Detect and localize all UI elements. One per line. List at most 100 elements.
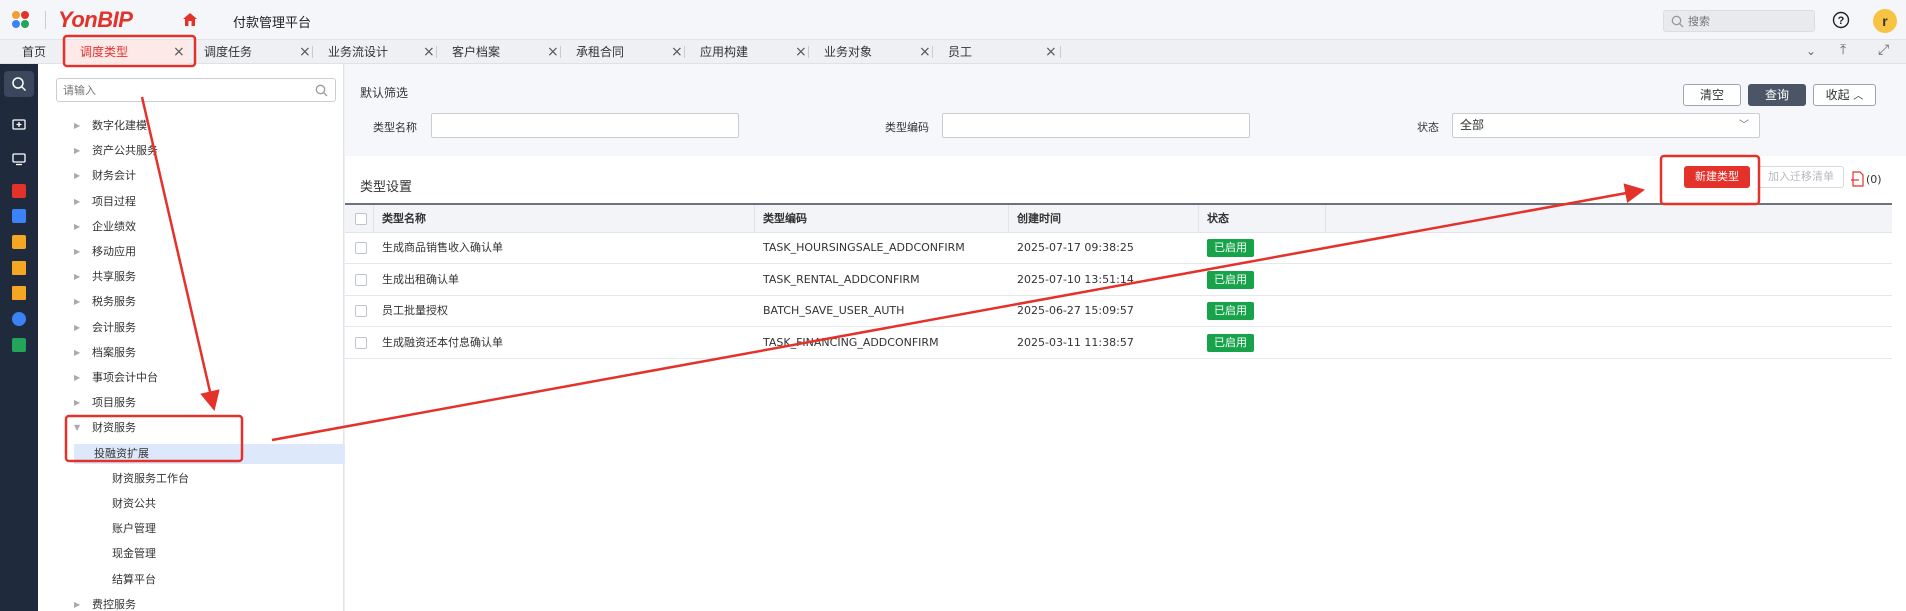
close-icon[interactable]: × — [173, 40, 185, 64]
caret-right-icon[interactable]: ▶ — [74, 166, 80, 186]
new-type-button[interactable]: 新建类型 — [1684, 166, 1750, 188]
caret-right-icon[interactable]: ▶ — [74, 116, 80, 136]
close-icon[interactable]: × — [547, 40, 559, 64]
fullscreen-icon[interactable]: ⤢ — [1878, 42, 1889, 58]
help-icon[interactable]: ? — [1832, 11, 1850, 29]
close-icon[interactable]: × — [299, 40, 311, 64]
tree-item[interactable]: ▶ 共享服务 — [74, 267, 324, 287]
green-app-icon[interactable] — [12, 338, 26, 352]
global-search-input[interactable] — [1688, 13, 1808, 29]
rail-search-button[interactable] — [4, 71, 34, 97]
export-icon[interactable] — [1850, 170, 1866, 188]
caret-down-icon[interactable]: ▼ — [74, 418, 80, 438]
clear-button[interactable]: 清空 — [1683, 84, 1741, 106]
caret-right-icon[interactable]: ▶ — [74, 368, 80, 388]
tree-item-label: 费控服务 — [92, 597, 136, 611]
red-app-icon[interactable] — [12, 184, 26, 198]
tree-item[interactable]: 财资服务工作台 — [94, 469, 344, 489]
tree-item[interactable]: ▶ 资产公共服务 — [74, 141, 324, 161]
tree-item[interactable]: ▶ 企业绩效 — [74, 217, 324, 237]
caret-right-icon[interactable]: ▶ — [74, 242, 80, 262]
tree-item[interactable]: ▶ 税务服务 — [74, 292, 324, 312]
chevron-down-icon[interactable]: ⌄ — [1806, 44, 1816, 58]
col-created-time[interactable]: 创建时间 — [1009, 205, 1199, 233]
caret-right-icon[interactable]: ▶ — [74, 292, 80, 312]
divider — [45, 11, 46, 29]
table-row[interactable]: 生成商品销售收入确认单 TASK_HOURSINGSALE_ADDCONFIRM 2… — [345, 233, 1892, 264]
caret-right-icon[interactable]: ▶ — [74, 318, 80, 338]
home-icon[interactable] — [182, 12, 198, 28]
close-icon[interactable]: × — [795, 40, 807, 64]
tab-customer-archive[interactable]: 客户档案 × — [437, 40, 561, 64]
select-all-checkbox[interactable] — [355, 213, 367, 225]
tree-item[interactable]: ▶ 项目过程 — [74, 192, 324, 212]
table-row[interactable]: 员工批量授权 BATCH_SAVE_USER_AUTH 2025-06-27 15:… — [345, 296, 1892, 327]
blue-app-icon[interactable] — [12, 209, 26, 223]
caret-right-icon[interactable]: ▶ — [74, 217, 80, 237]
tree-item[interactable]: ▶ 移动应用 — [74, 242, 324, 262]
brand-logo[interactable]: YonBIP — [58, 7, 133, 33]
type-code-input[interactable] — [942, 113, 1250, 138]
tree-search[interactable] — [56, 78, 336, 102]
row-checkbox[interactable] — [355, 305, 367, 317]
caret-right-icon[interactable]: ▶ — [74, 343, 80, 363]
tree-item[interactable]: ▶ 费控服务 — [74, 595, 324, 611]
caret-right-icon[interactable]: ▶ — [74, 393, 80, 413]
tree-item[interactable]: 投融资扩展 — [74, 443, 370, 464]
row-checkbox[interactable] — [355, 242, 367, 254]
collapse-up-icon[interactable]: ⤒ — [1840, 42, 1846, 58]
cell-type-code: BATCH_SAVE_USER_AUTH — [763, 304, 905, 317]
tree-item[interactable]: ▶ 会计服务 — [74, 318, 324, 338]
tab-dispatch-type[interactable]: 调度类型 × — [65, 40, 189, 64]
tree-item-label: 财资服务工作台 — [112, 471, 189, 485]
status-select[interactable]: 全部 ﹀ — [1452, 113, 1760, 138]
type-name-input[interactable] — [431, 113, 739, 138]
tree-item[interactable]: ▶ 事项会计中台 — [74, 368, 324, 388]
row-checkbox[interactable] — [355, 273, 367, 286]
search-icon[interactable] — [315, 84, 328, 97]
query-button[interactable]: 查询 — [1748, 84, 1806, 106]
col-type-code[interactable]: 类型编码 — [755, 205, 1009, 233]
tree-item[interactable]: ▶ 财务会计 — [74, 166, 324, 186]
yellow-app-icon[interactable] — [12, 235, 26, 249]
tab-lease-contract[interactable]: 承租合同 × — [561, 40, 685, 64]
cart-icon[interactable] — [12, 286, 26, 300]
folder-add-icon[interactable] — [12, 117, 26, 131]
close-icon[interactable]: × — [919, 40, 931, 64]
global-search[interactable] — [1663, 10, 1815, 32]
tree-item[interactable]: ▼ 财资服务 — [74, 418, 324, 438]
tree-search-input[interactable] — [63, 83, 303, 98]
close-icon[interactable]: × — [423, 40, 435, 64]
add-migration-list-button[interactable]: 加入迁移清单 — [1758, 166, 1844, 188]
tree-item[interactable]: 结算平台 — [94, 570, 344, 590]
col-status[interactable]: 状态 — [1199, 205, 1326, 233]
tree-item[interactable]: ▶ 项目服务 — [74, 393, 324, 413]
table-row[interactable]: 生成出租确认单 TASK_RENTAL_ADDCONFIRM 2025-07-10 … — [345, 264, 1892, 296]
tab-app-build[interactable]: 应用构建 × — [685, 40, 809, 64]
close-icon[interactable]: × — [671, 40, 683, 64]
tree-item[interactable]: 账户管理 — [94, 519, 344, 539]
tab-biz-object[interactable]: 业务对象 × — [809, 40, 933, 64]
caret-right-icon[interactable]: ▶ — [74, 192, 80, 212]
tab-employee[interactable]: 员工 × — [933, 40, 1061, 64]
cart-icon[interactable] — [12, 261, 26, 275]
row-checkbox[interactable] — [355, 336, 367, 349]
tree-item[interactable]: 现金管理 — [94, 544, 344, 564]
tree-item[interactable]: ▶ 数字化建模 — [74, 116, 324, 136]
table-row[interactable]: 生成融资还本付息确认单 TASK_FINANCING_ADDCONFIRM 2025… — [345, 327, 1892, 359]
tree-item[interactable]: 财资公共 — [94, 494, 344, 514]
col-type-name[interactable]: 类型名称 — [374, 205, 755, 233]
tree-item[interactable]: ▶ 档案服务 — [74, 343, 324, 363]
tab-home[interactable]: 首页 — [0, 40, 65, 64]
collapse-button[interactable]: 收起 ︿ — [1813, 84, 1876, 106]
tab-biz-flow-design[interactable]: 业务流设计 × — [313, 40, 437, 64]
cloud-icon[interactable] — [12, 312, 26, 326]
tab-dispatch-task[interactable]: 调度任务 × — [189, 40, 313, 64]
close-icon[interactable]: × — [1045, 40, 1057, 64]
avatar[interactable]: r — [1873, 9, 1897, 33]
app-grid-icon[interactable] — [12, 11, 34, 29]
caret-right-icon[interactable]: ▶ — [74, 267, 80, 287]
caret-right-icon[interactable]: ▶ — [74, 141, 80, 161]
monitor-icon[interactable] — [12, 152, 26, 166]
caret-right-icon[interactable]: ▶ — [74, 595, 80, 611]
